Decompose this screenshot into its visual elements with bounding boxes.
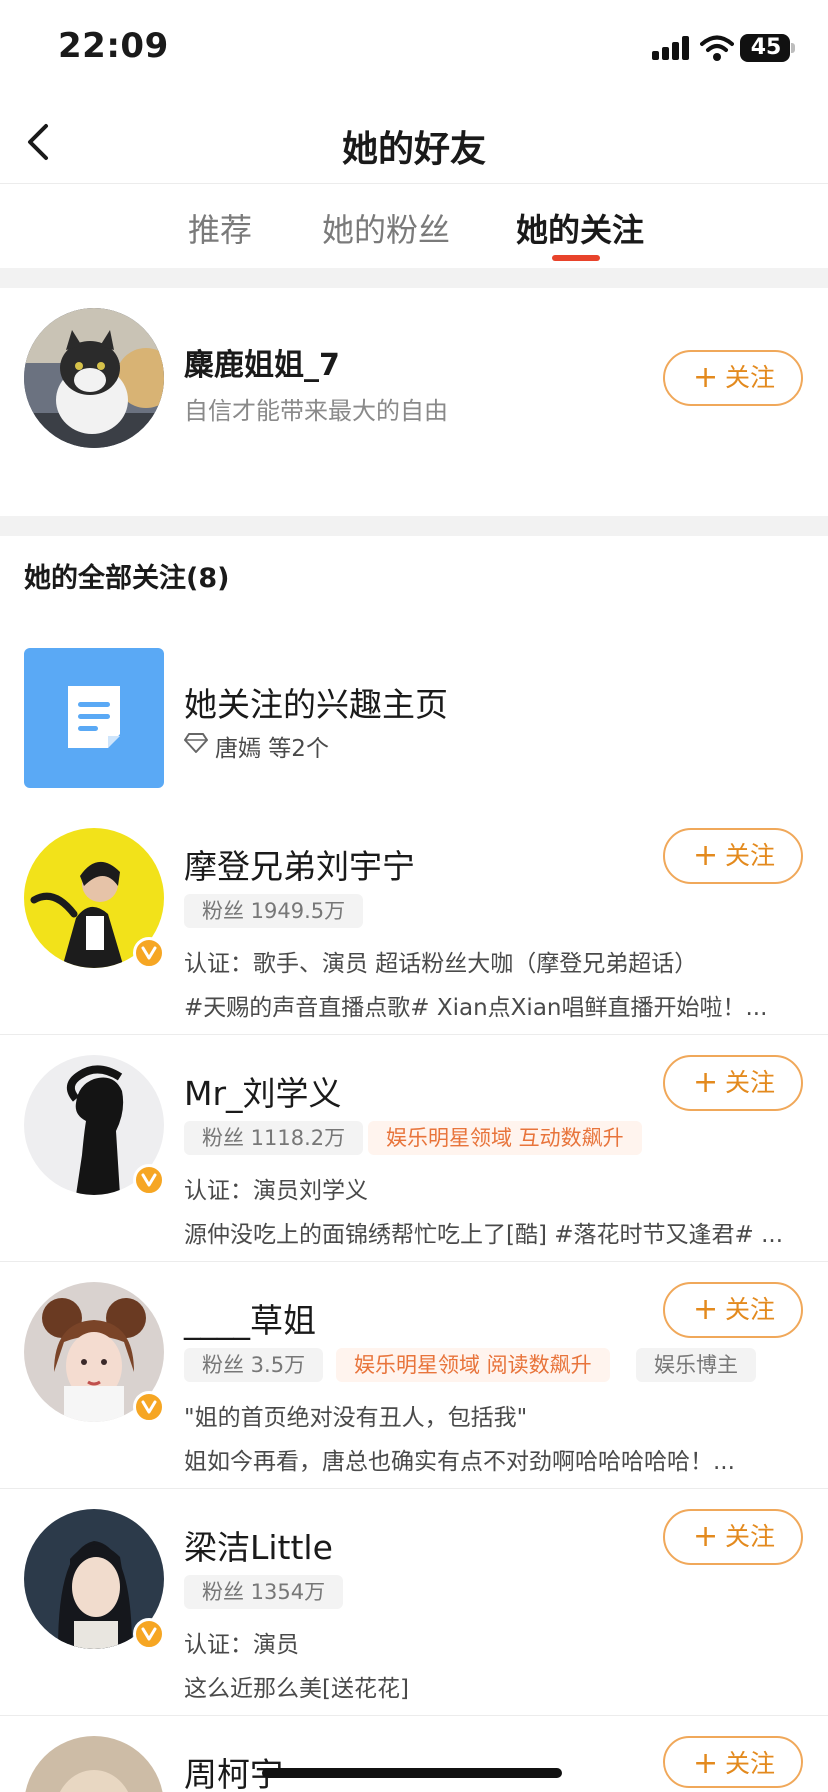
- follow-button[interactable]: + 关注: [663, 1736, 803, 1788]
- following-section-title: 她的全部关注(8): [24, 563, 230, 594]
- cat-avatar-image: [24, 308, 164, 448]
- latest-post-text: 这么近那么美[送花花]: [184, 1676, 409, 1702]
- section-divider: [0, 268, 828, 288]
- verification-text: 认证：歌手、演员 超话粉丝大咖（摩登兄弟超话）: [184, 951, 698, 977]
- verified-badge-icon: [133, 1391, 165, 1423]
- follow-button-label: 关注: [725, 363, 776, 392]
- page-title: 她的好友: [341, 129, 486, 170]
- plus-icon: +: [693, 838, 719, 873]
- wifi-icon: [700, 35, 734, 61]
- verification-text: 认证：演员刘学义: [184, 1178, 368, 1204]
- interest-pages-subtitle: 唐嫣 等2个: [215, 736, 329, 762]
- section-divider: [0, 516, 828, 536]
- user-name[interactable]: Mr_刘学义: [184, 1067, 342, 1115]
- battery-level: 45: [750, 35, 782, 60]
- avatar-image: [24, 1736, 164, 1792]
- verified-badge-icon: [133, 1618, 165, 1650]
- document-icon: [24, 648, 164, 788]
- verified-badge-icon: [133, 1164, 165, 1196]
- follow-button-label: 关注: [725, 1749, 776, 1778]
- battery-tip: [791, 43, 795, 53]
- tab-her-fans[interactable]: 她的粉丝: [322, 205, 450, 251]
- fans-count-badge: 粉丝 1949.5万: [184, 894, 364, 928]
- nav-bar: 她的好友: [0, 100, 828, 184]
- trending-tag: 娱乐明星领域 阅读数飙升: [336, 1348, 610, 1382]
- follow-button[interactable]: + 关注: [663, 1509, 803, 1565]
- plus-icon: +: [693, 360, 719, 395]
- tab-her-following[interactable]: 她的关注: [516, 205, 644, 251]
- follow-button[interactable]: + 关注: [663, 828, 803, 884]
- fans-count-badge: 粉丝 1354万: [184, 1575, 344, 1609]
- user-name[interactable]: 摩登兄弟刘宇宁: [184, 840, 415, 888]
- latest-post-text: 姐如今再看，唐总也确实有点不对劲啊哈哈哈哈哈！...: [184, 1449, 735, 1475]
- follow-button[interactable]: + 关注: [663, 1055, 803, 1111]
- diamond-icon: [184, 733, 208, 753]
- row-divider: [0, 1034, 828, 1035]
- row-divider: [0, 1715, 828, 1716]
- avatar[interactable]: [24, 1736, 164, 1792]
- plus-icon: +: [693, 1065, 719, 1100]
- tab-recommended[interactable]: 推荐: [188, 205, 252, 251]
- user-name[interactable]: ____草姐: [184, 1294, 316, 1342]
- follow-button-label: 关注: [725, 1522, 776, 1551]
- row-divider: [0, 1261, 828, 1262]
- cellular-signal-icon: [652, 36, 692, 60]
- follow-button[interactable]: + 关注: [663, 1282, 803, 1338]
- featured-user-name[interactable]: 麋鹿姐姐_7: [184, 340, 340, 384]
- follow-button-label: 关注: [725, 1068, 776, 1097]
- verified-badge-icon: [133, 937, 165, 969]
- latest-post-text: #天赐的声音直播点歌# Xian点Xian唱鲜直播开始啦！...: [184, 995, 768, 1021]
- avatar[interactable]: [24, 308, 164, 448]
- tab-bar: 推荐 她的粉丝 她的关注: [0, 185, 828, 268]
- plus-icon: +: [693, 1292, 719, 1327]
- plus-icon: +: [693, 1746, 719, 1781]
- home-indicator[interactable]: [262, 1768, 562, 1778]
- status-time: 22:09: [58, 26, 169, 66]
- follow-button-label: 关注: [725, 1295, 776, 1324]
- latest-post-text: 源仲没吃上的面锦绣帮忙吃上了[酷] #落花时节又逢君# ...: [184, 1222, 784, 1248]
- user-name[interactable]: 梁洁Little: [184, 1521, 333, 1569]
- follow-button[interactable]: + 关注: [663, 350, 803, 406]
- interest-pages-title[interactable]: 她关注的兴趣主页: [184, 678, 448, 726]
- row-divider: [0, 1488, 828, 1489]
- fans-count-badge: 粉丝 1118.2万: [184, 1121, 364, 1155]
- active-tab-indicator: [552, 255, 600, 261]
- plus-icon: +: [693, 1519, 719, 1554]
- trending-tag: 娱乐明星领域 互动数飙升: [368, 1121, 642, 1155]
- fans-count-badge: 粉丝 3.5万: [184, 1348, 324, 1382]
- category-tag: 娱乐博主: [636, 1348, 756, 1382]
- follow-button-label: 关注: [725, 841, 776, 870]
- status-bar: 22:09 45: [0, 0, 828, 100]
- bio-text: "姐的首页绝对没有丑人，包括我": [184, 1405, 528, 1431]
- verification-text: 认证：演员: [184, 1632, 299, 1658]
